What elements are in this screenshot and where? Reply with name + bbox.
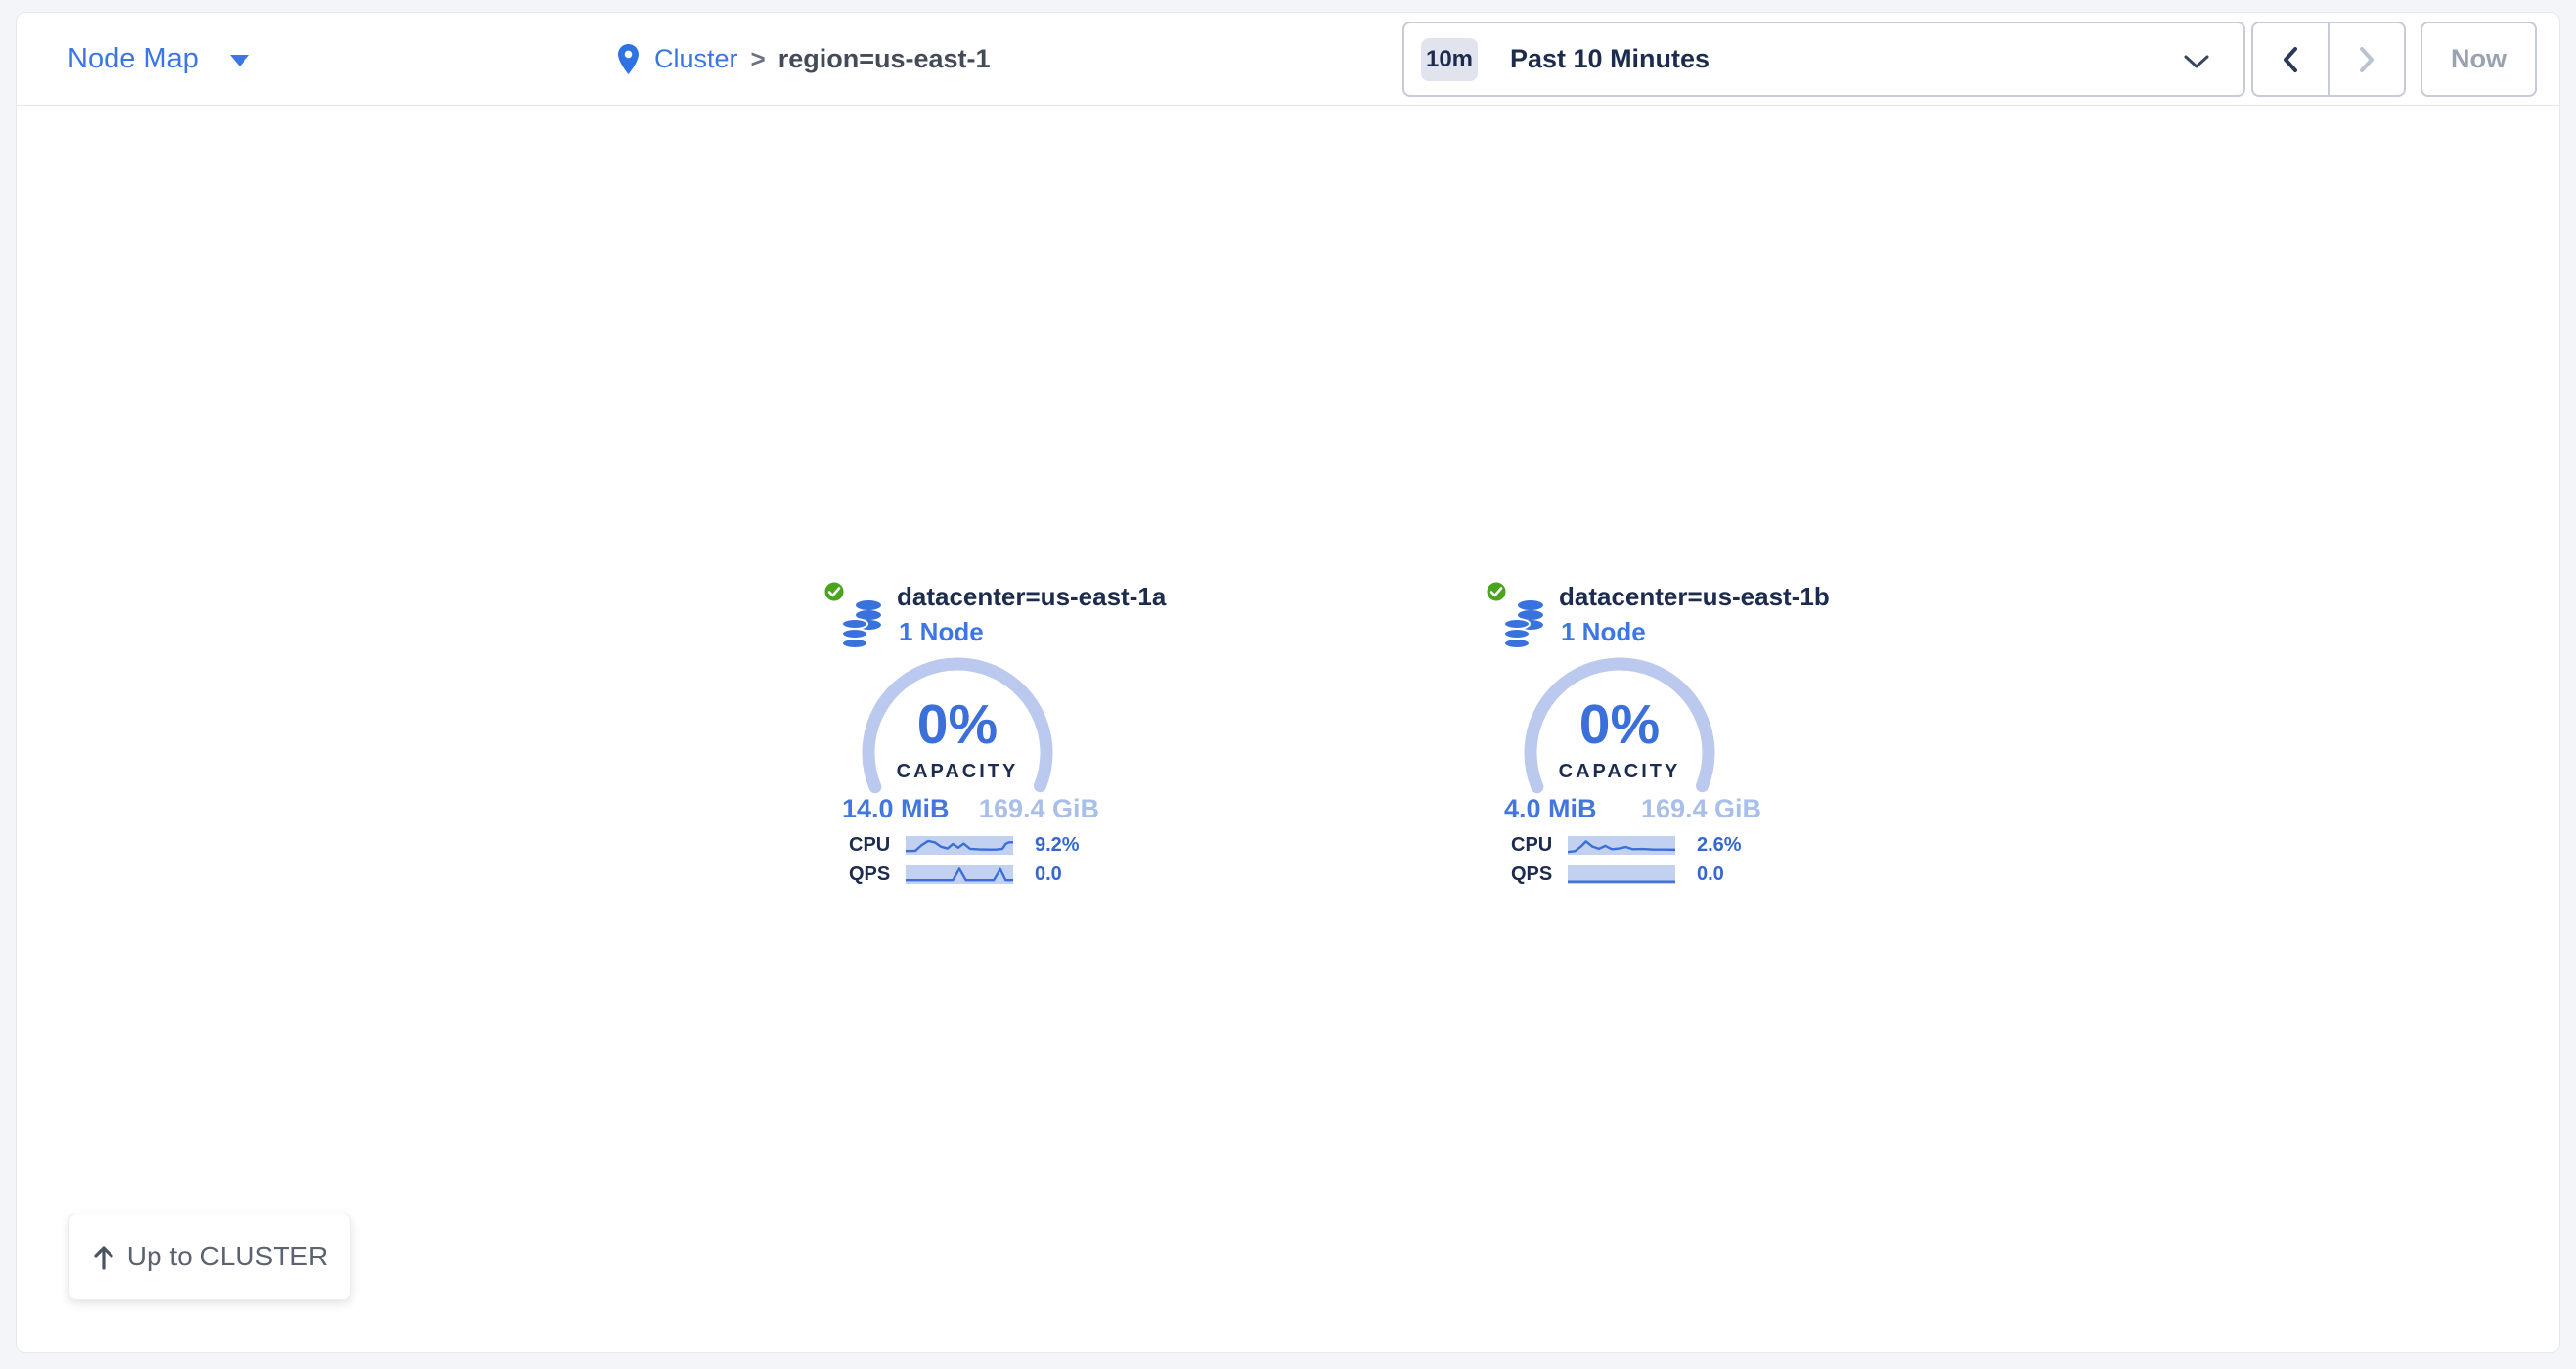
capacity-values: 14.0 MiB 169.4 GiB (842, 794, 1099, 824)
qps-sparkline (906, 865, 1013, 884)
up-to-cluster-button[interactable]: Up to CLUSTER (68, 1214, 351, 1300)
database-stack-icon (1502, 598, 1545, 649)
breadcrumb-current: region=us-east-1 (778, 44, 991, 74)
header-bar: Node Map Cluster > region=us-east-1 10m … (17, 13, 2559, 106)
qps-value: 0.0 (1697, 863, 1724, 886)
breadcrumb: Cluster > region=us-east-1 (615, 13, 991, 106)
capacity-values: 4.0 MiB 169.4 GiB (1504, 794, 1761, 824)
caret-down-icon (230, 55, 249, 66)
capacity-used: 4.0 MiB (1504, 794, 1597, 824)
capacity-total: 169.4 GiB (1641, 794, 1761, 824)
time-range-label: Past 10 Minutes (1510, 44, 1710, 74)
view-selector[interactable]: Node Map (67, 13, 249, 106)
breadcrumb-separator: > (751, 44, 766, 74)
qps-value: 0.0 (1035, 863, 1062, 886)
time-range-dropdown[interactable]: 10m Past 10 Minutes (1402, 22, 2245, 97)
time-step-back-button[interactable] (2251, 22, 2329, 97)
cpu-value: 2.6% (1697, 834, 1742, 857)
now-button[interactable]: Now (2421, 22, 2537, 97)
datacenter-title[interactable]: datacenter=us-east-1a (897, 582, 1166, 612)
chevron-down-icon (2183, 54, 2210, 69)
datacenter-card[interactable]: datacenter=us-east-1a 1 Node 0% CAPACITY… (822, 573, 1116, 901)
cpu-sparkline (1568, 836, 1675, 855)
node-count-link[interactable]: 1 Node (1561, 617, 1646, 647)
time-range-badge: 10m (1421, 38, 1478, 81)
map-pin-icon (615, 43, 642, 75)
up-to-cluster-label: Up to CLUSTER (127, 1241, 328, 1272)
view-selector-label: Node Map (67, 43, 199, 75)
breadcrumb-cluster-link[interactable]: Cluster (654, 44, 738, 74)
chevron-left-icon (2282, 45, 2299, 74)
chevron-right-icon (2358, 45, 2376, 74)
capacity-caption: CAPACITY (1516, 761, 1723, 783)
time-step-forward-button[interactable] (2329, 22, 2406, 97)
capacity-percent: 0% (1516, 695, 1723, 754)
database-stack-icon (840, 598, 883, 649)
qps-label: QPS (1511, 863, 1550, 886)
qps-label: QPS (849, 863, 888, 886)
capacity-total: 169.4 GiB (979, 794, 1099, 824)
datacenter-title[interactable]: datacenter=us-east-1b (1559, 582, 1830, 612)
cpu-label: CPU (1511, 834, 1550, 857)
arrow-up-icon (92, 1244, 115, 1270)
capacity-used: 14.0 MiB (842, 794, 950, 824)
datacenter-card[interactable]: datacenter=us-east-1b 1 Node 0% CAPACITY… (1485, 573, 1778, 901)
capacity-caption: CAPACITY (854, 761, 1061, 783)
node-count-link[interactable]: 1 Node (899, 617, 984, 647)
node-map-panel: Node Map Cluster > region=us-east-1 10m … (16, 12, 2560, 1353)
time-step-buttons (2251, 22, 2406, 97)
cpu-label: CPU (849, 834, 888, 857)
capacity-percent: 0% (854, 695, 1061, 754)
qps-sparkline (1568, 865, 1675, 884)
cpu-value: 9.2% (1035, 834, 1080, 857)
cpu-sparkline (906, 836, 1013, 855)
